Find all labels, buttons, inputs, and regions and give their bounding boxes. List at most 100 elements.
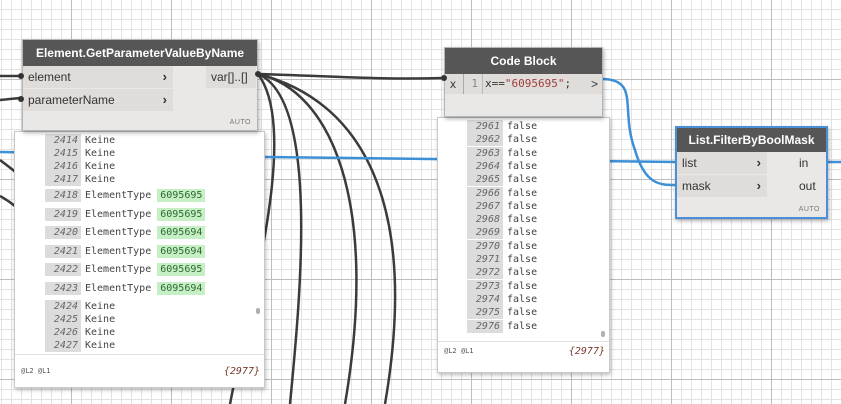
item-value: 6095695	[157, 263, 206, 277]
list-input-label: list	[682, 156, 697, 170]
item-index: 2426	[45, 326, 81, 339]
item-text: false	[507, 214, 538, 226]
list-item: 2418 ElementType 6095695	[45, 189, 206, 202]
item-index: 2968	[467, 213, 503, 227]
item-index: 2415	[45, 147, 81, 160]
item-text: ElementType	[85, 208, 152, 220]
item-index: 2973	[467, 279, 503, 293]
item-text: false	[507, 200, 538, 212]
x-input-label: x	[450, 77, 456, 91]
chevron-right-icon: ›	[162, 69, 167, 84]
item-text: false	[507, 147, 538, 159]
x-input-port[interactable]: x	[445, 74, 463, 94]
item-value: 6095694	[157, 282, 206, 295]
item-index: 2961	[467, 120, 503, 133]
item-text: Keine	[85, 340, 116, 351]
wire-to-parametername-input[interactable]	[0, 96, 21, 102]
var-output-port[interactable]: var[]..[]	[206, 66, 256, 88]
item-value: 6095695	[157, 189, 206, 202]
item-index: 2418	[45, 189, 81, 202]
item-text: false	[507, 187, 538, 199]
mask-input-port[interactable]: mask ›	[677, 175, 767, 197]
preview-divider	[15, 354, 264, 355]
preview-levels: @L2 @L1	[444, 347, 474, 355]
item-text: Keine	[85, 327, 116, 338]
item-text: false	[507, 227, 538, 239]
wire-var-to-filter-list-1[interactable]	[257, 72, 358, 404]
list-item: 2422 ElementType 6095695	[45, 263, 206, 277]
var-port-dot[interactable]	[255, 71, 261, 77]
list-item: 2415 Keine	[45, 147, 115, 160]
item-index: 2419	[45, 207, 81, 221]
list-item: 2962 false	[467, 133, 537, 147]
element-port-dot[interactable]	[18, 73, 24, 79]
item-index: 2963	[467, 146, 503, 160]
list-item: 2968 false	[467, 213, 538, 227]
list-input-port[interactable]: list ›	[677, 152, 767, 174]
element-input-port[interactable]: element ›	[23, 66, 173, 88]
list-item: 2424 Keine	[45, 300, 115, 313]
item-index: 2421	[45, 244, 81, 258]
parametername-input-port[interactable]: parameterName ›	[23, 89, 173, 111]
parametername-port-dot[interactable]	[18, 96, 24, 102]
parametername-input-label: parameterName	[28, 93, 115, 107]
filter-by-bool-mask-node[interactable]: List.FilterByBoolMask list › mask › in o…	[675, 126, 828, 219]
preview-count: {2977}	[568, 346, 605, 357]
list-item: 2417 Keine	[45, 173, 115, 186]
out-output-port[interactable]: out	[799, 175, 825, 197]
wire-var-to-codeblock[interactable]	[257, 72, 445, 80]
item-index: 2420	[45, 226, 81, 240]
item-text: false	[507, 160, 538, 172]
list-item: 2970 false	[467, 239, 538, 253]
list-item: 2963 false	[467, 146, 538, 160]
code-suffix: ;	[564, 77, 572, 90]
chevron-right-icon: ›	[756, 178, 761, 193]
item-text: false	[507, 240, 538, 252]
item-index: 2969	[467, 226, 503, 240]
out-output-label: out	[799, 179, 816, 193]
item-index: 2966	[467, 186, 503, 200]
code-editor[interactable]: 1 x=="6095695";	[463, 74, 601, 94]
list-item: 2414 Keine	[45, 134, 115, 147]
item-text: Keine	[85, 161, 116, 172]
list-item: 2967 false	[467, 199, 538, 213]
item-text: false	[507, 267, 538, 279]
preview-scrollbar[interactable]	[601, 331, 605, 337]
in-output-port[interactable]: in	[799, 152, 825, 174]
code-output-port[interactable]: >	[587, 74, 602, 94]
item-value: 6095695	[157, 207, 206, 221]
node-title[interactable]: Element.GetParameterValueByName	[23, 40, 257, 66]
list-item: 2421 ElementType 6095694	[45, 244, 206, 258]
code-output-label: >	[590, 77, 598, 91]
node-title[interactable]: Code Block	[445, 48, 602, 74]
element-input-label: element	[28, 70, 71, 84]
wire-var-to-filter-list-2[interactable]	[257, 72, 397, 404]
wire-codeblock-to-mask[interactable]	[602, 77, 677, 187]
item-text: ElementType	[85, 227, 152, 239]
line-number: 1	[464, 74, 483, 94]
x-port-dot[interactable]	[441, 75, 447, 81]
item-index: 2964	[467, 159, 503, 173]
list-item: 2974 false	[467, 292, 537, 306]
code-block-preview[interactable]: 2961 false 2962 false 2963 false 2964 false 2965…	[437, 117, 610, 373]
item-index: 2424	[45, 300, 81, 313]
item-value: 6095694	[157, 226, 206, 240]
item-index: 2972	[467, 266, 503, 280]
list-item: 2427 Keine	[45, 339, 115, 352]
get-parameter-preview[interactable]: 2414 Keine 2415 Keine 2416 Keine 2417 Keine 2418…	[14, 131, 265, 388]
item-text: Keine	[85, 148, 116, 159]
get-parameter-value-node[interactable]: Element.GetParameterValueByName element …	[22, 39, 258, 131]
item-text: ElementType	[85, 190, 152, 201]
item-value: 6095694	[157, 244, 206, 258]
list-item: 2973 false	[467, 279, 537, 293]
code-prefix: x==	[485, 77, 505, 90]
item-text: false	[507, 174, 538, 186]
list-item: 2425 Keine	[45, 313, 115, 326]
code-block-node[interactable]: Code Block x 1 x=="6095695"; >	[444, 47, 603, 117]
item-text: Keine	[85, 135, 116, 146]
preview-scrollbar[interactable]	[256, 308, 260, 314]
list-item: 2964 false	[467, 159, 538, 173]
mask-input-label: mask	[682, 179, 711, 193]
chevron-right-icon: ›	[756, 155, 761, 170]
node-title[interactable]: List.FilterByBoolMask	[677, 128, 826, 152]
